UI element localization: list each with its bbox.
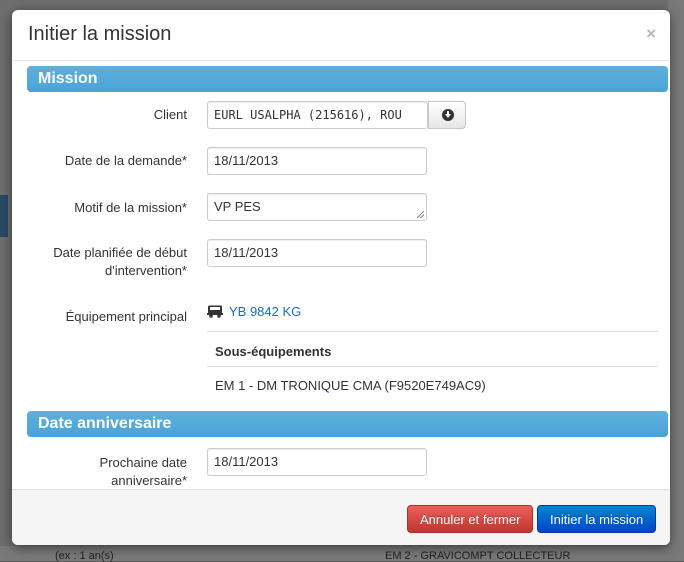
sub-equipment-table: Sous-équipements EM 1 - DM TRONIQUE CMA … — [207, 331, 658, 401]
modal-header: Initier la mission × — [12, 10, 670, 61]
download-icon — [442, 109, 454, 121]
reason-field[interactable]: VP PES — [207, 193, 427, 221]
background-page-edge — [668, 0, 684, 561]
modal-footer: Annuler et fermer Initier la mission — [12, 489, 670, 545]
background-page-bottom: (ex : 1 an(s) EM 2 - GRAVICOMPT COLLECTE… — [0, 546, 684, 562]
reason-label: Motif de la mission* — [74, 200, 187, 215]
reason-value: VP PES — [214, 199, 261, 214]
planned-start-label-line1: Date planifiée de début — [53, 245, 187, 260]
background-text-right: EM 2 - GRAVICOMPT COLLECTEUR — [385, 550, 571, 562]
planned-start-label-line2: d'intervention* — [105, 263, 187, 278]
sub-equipment-header: Sous-équipements — [215, 344, 332, 359]
initiate-mission-modal: Initier la mission × Mission Client EURL… — [12, 10, 670, 545]
request-date-label: Date de la demande* — [64, 153, 187, 168]
planned-start-label: Date planifiée de début d'intervention* — [12, 244, 187, 280]
table-divider — [207, 331, 658, 332]
section-anniversary-header: Date anniversaire — [27, 411, 668, 437]
next-anniversary-label-line1: Prochaine date — [99, 455, 187, 470]
table-row: EM 1 - DM TRONIQUE CMA (F9520E749AC9) — [215, 378, 486, 393]
cancel-close-button[interactable]: Annuler et fermer — [407, 505, 534, 533]
initiate-mission-button[interactable]: Initier la mission — [537, 505, 657, 533]
client-download-button[interactable] — [428, 101, 466, 129]
resize-handle-icon[interactable] — [417, 211, 424, 218]
close-icon[interactable]: × — [646, 24, 656, 44]
next-anniversary-label-line2: anniversaire* — [111, 473, 187, 488]
main-equipment-link[interactable]: YB 9842 KG — [229, 304, 301, 319]
client-label: Client — [153, 107, 187, 122]
truck-icon — [207, 305, 223, 318]
modal-title: Initier la mission — [28, 23, 172, 45]
background-sidebar-tab — [0, 195, 8, 237]
next-anniversary-field[interactable]: 18/11/2013 — [207, 448, 427, 476]
modal-body: Mission Client EURL USALPHA (215616), RO… — [12, 61, 670, 489]
client-field[interactable]: EURL USALPHA (215616), ROU — [207, 101, 428, 129]
next-anniversary-label: Prochaine date anniversaire* — [12, 454, 187, 489]
planned-start-field[interactable]: 18/11/2013 — [207, 239, 427, 267]
background-text-left: (ex : 1 an(s) — [55, 550, 114, 562]
main-equipment-label: Équipement principal — [65, 309, 187, 324]
section-mission-header: Mission — [27, 66, 668, 92]
table-divider — [207, 366, 658, 367]
request-date-field[interactable]: 18/11/2013 — [207, 147, 427, 175]
